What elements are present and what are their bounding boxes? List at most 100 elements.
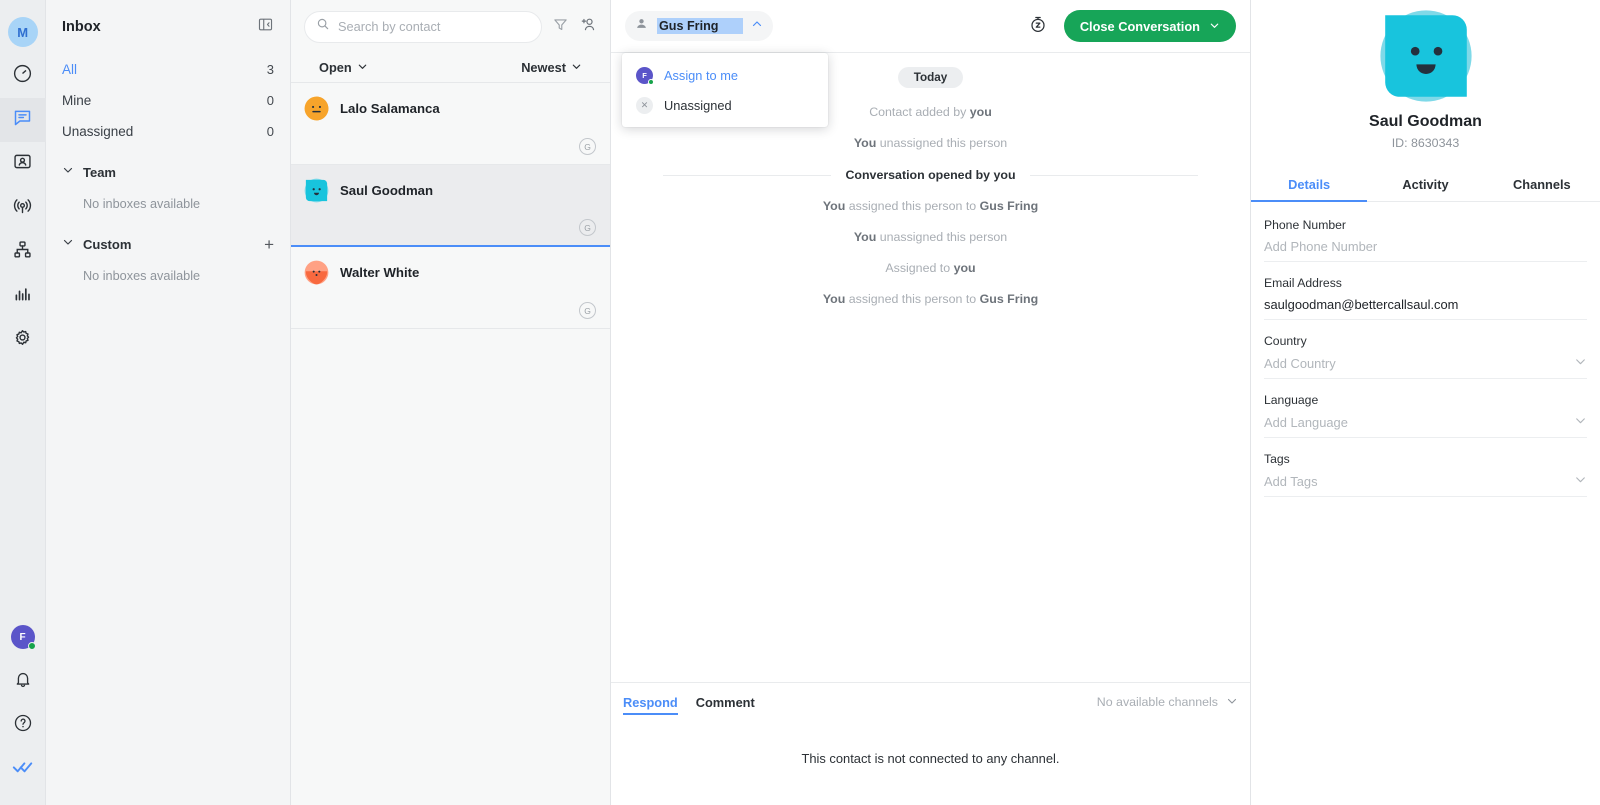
contacts-nav-button[interactable] bbox=[0, 142, 46, 186]
status-filter-label: Open bbox=[319, 60, 352, 75]
system-event-actor: you bbox=[969, 105, 992, 119]
avatar: F bbox=[10, 625, 36, 650]
system-event-actor: you bbox=[953, 261, 976, 275]
conversation-list-item[interactable]: Walter White G bbox=[291, 247, 610, 329]
analytics-nav-button[interactable] bbox=[0, 274, 46, 318]
contact-avatar bbox=[1378, 8, 1474, 104]
system-event: You unassigned this person bbox=[611, 136, 1250, 150]
chevron-down-icon bbox=[1209, 19, 1220, 34]
snooze-button[interactable] bbox=[1028, 14, 1048, 39]
inbox-item-unassigned[interactable]: Unassigned 0 bbox=[62, 116, 274, 147]
menu-item-assign-to-me[interactable]: F Assign to me bbox=[622, 60, 828, 90]
assignee-dropdown[interactable]: Gus Fring bbox=[625, 11, 773, 41]
group-title: Team bbox=[83, 164, 116, 180]
day-separator-chip: Today bbox=[897, 67, 964, 88]
language-select[interactable]: Add Language bbox=[1264, 414, 1587, 438]
add-custom-inbox-button[interactable]: + bbox=[264, 236, 274, 253]
conversations-icon bbox=[12, 107, 33, 133]
phone-number-input[interactable]: Add Phone Number bbox=[1264, 239, 1587, 262]
tab-activity[interactable]: Activity bbox=[1367, 168, 1483, 201]
tab-channels[interactable]: Channels bbox=[1484, 168, 1600, 201]
conversations-nav-button[interactable] bbox=[0, 98, 46, 142]
field-language: Language Add Language bbox=[1264, 393, 1587, 438]
field-value: Add Phone Number bbox=[1264, 239, 1378, 254]
contact-name: Saul Goodman bbox=[1369, 113, 1482, 130]
conversation-item-top: Walter White bbox=[304, 260, 610, 285]
filter-funnel-icon bbox=[552, 16, 569, 38]
conversation-thread: Today Contact added by you You unassigne… bbox=[611, 53, 1250, 682]
panel-collapse-icon bbox=[257, 16, 274, 38]
chevron-up-icon bbox=[751, 17, 763, 35]
notifications-button[interactable] bbox=[0, 659, 46, 703]
list-filter-row: Open Newest bbox=[291, 53, 610, 83]
rail-top-group: M bbox=[0, 0, 46, 362]
gear-icon bbox=[12, 327, 33, 353]
conversation-list-item[interactable]: Saul Goodman G bbox=[291, 165, 610, 247]
person-icon bbox=[634, 16, 649, 36]
sort-filter-dropdown[interactable]: Newest bbox=[521, 60, 582, 75]
conversation-header: Gus Fring Close Conversation F Assign to… bbox=[611, 0, 1250, 127]
chevron-down-icon bbox=[1226, 695, 1238, 710]
field-label: Tags bbox=[1264, 452, 1290, 466]
avatar-initial: F bbox=[19, 631, 26, 643]
field-value: saulgoodman@bettercallsaul.com bbox=[1264, 297, 1459, 312]
conversation-list-item[interactable]: Lalo Salamanca G bbox=[291, 83, 610, 165]
conversation-item-top: Lalo Salamanca bbox=[304, 96, 610, 121]
inbox-item-mine[interactable]: Mine 0 bbox=[62, 85, 274, 116]
assignee-name: Gus Fring bbox=[657, 18, 743, 34]
system-event-post: unassigned this person bbox=[876, 230, 1008, 244]
help-button[interactable] bbox=[0, 703, 46, 747]
group-header-left: Team bbox=[62, 163, 116, 181]
email-address-input[interactable]: saulgoodman@bettercallsaul.com bbox=[1264, 297, 1587, 320]
country-select[interactable]: Add Country bbox=[1264, 355, 1587, 379]
chevron-down-icon bbox=[62, 235, 74, 253]
field-label: Phone Number bbox=[1264, 218, 1346, 232]
red-shield-face-avatar bbox=[304, 260, 329, 285]
conversation-item-top: Saul Goodman bbox=[304, 178, 610, 203]
conversation-list-panel: Open Newest bbox=[291, 0, 611, 805]
conversation-channel-badge: G bbox=[579, 138, 596, 155]
user-avatar-button[interactable]: F bbox=[0, 615, 46, 659]
contact-profile: Saul Goodman ID: 8630343 bbox=[1251, 0, 1600, 150]
channel-selector[interactable]: No available channels bbox=[1097, 695, 1238, 710]
assignee-dropdown-menu: F Assign to me ✕ Unassigned bbox=[622, 53, 828, 127]
dashboard-nav-button[interactable] bbox=[0, 54, 46, 98]
group-header-team[interactable]: Team bbox=[62, 155, 274, 189]
tab-details[interactable]: Details bbox=[1251, 168, 1368, 202]
add-contact-button[interactable] bbox=[579, 15, 597, 38]
close-conversation-button[interactable]: Close Conversation bbox=[1063, 10, 1236, 42]
panel-collapse-button[interactable] bbox=[257, 16, 274, 38]
conversation-item-name: Walter White bbox=[340, 265, 420, 280]
group-header-custom[interactable]: Custom + bbox=[62, 227, 274, 261]
inbox-item-all[interactable]: All 3 bbox=[62, 54, 274, 85]
status-filter-dropdown[interactable]: Open bbox=[319, 60, 368, 75]
system-event-pre: Assigned to bbox=[885, 261, 954, 275]
broadcast-nav-button[interactable] bbox=[0, 186, 46, 230]
tab-respond[interactable]: Respond bbox=[623, 683, 678, 721]
filter-button[interactable] bbox=[552, 16, 569, 38]
system-event-post: assigned this person to bbox=[845, 199, 980, 213]
search-input[interactable] bbox=[338, 19, 530, 34]
menu-item-label: Unassigned bbox=[664, 97, 732, 113]
chevron-down-icon bbox=[571, 60, 582, 75]
workflows-nav-button[interactable] bbox=[0, 230, 46, 274]
settings-nav-button[interactable] bbox=[0, 318, 46, 362]
field-country: Country Add Country bbox=[1264, 334, 1587, 379]
close-circle-icon: ✕ bbox=[636, 96, 653, 114]
tags-select[interactable]: Add Tags bbox=[1264, 473, 1587, 497]
menu-item-unassigned[interactable]: ✕ Unassigned bbox=[622, 90, 828, 120]
system-event: Assigned to you bbox=[611, 261, 1250, 275]
search-icon bbox=[316, 17, 330, 36]
app-root: M F Inbox All 3 Mine 0 Unassigned 0 Team… bbox=[0, 0, 1600, 805]
inbox-item-label: All bbox=[62, 62, 78, 77]
inbox-item-count: 0 bbox=[266, 93, 274, 108]
field-tags: Tags Add Tags bbox=[1264, 452, 1587, 497]
snooze-timer-icon bbox=[1028, 14, 1048, 39]
icon-rail: M F bbox=[0, 0, 46, 805]
mark-all-read-button[interactable] bbox=[0, 747, 46, 791]
workspace-logo-button[interactable]: M bbox=[0, 10, 46, 54]
tab-comment[interactable]: Comment bbox=[696, 683, 755, 721]
chevron-down-icon bbox=[1574, 414, 1587, 430]
search-field[interactable] bbox=[304, 10, 542, 43]
composer-tabs: Respond Comment No available channels bbox=[623, 683, 1238, 721]
